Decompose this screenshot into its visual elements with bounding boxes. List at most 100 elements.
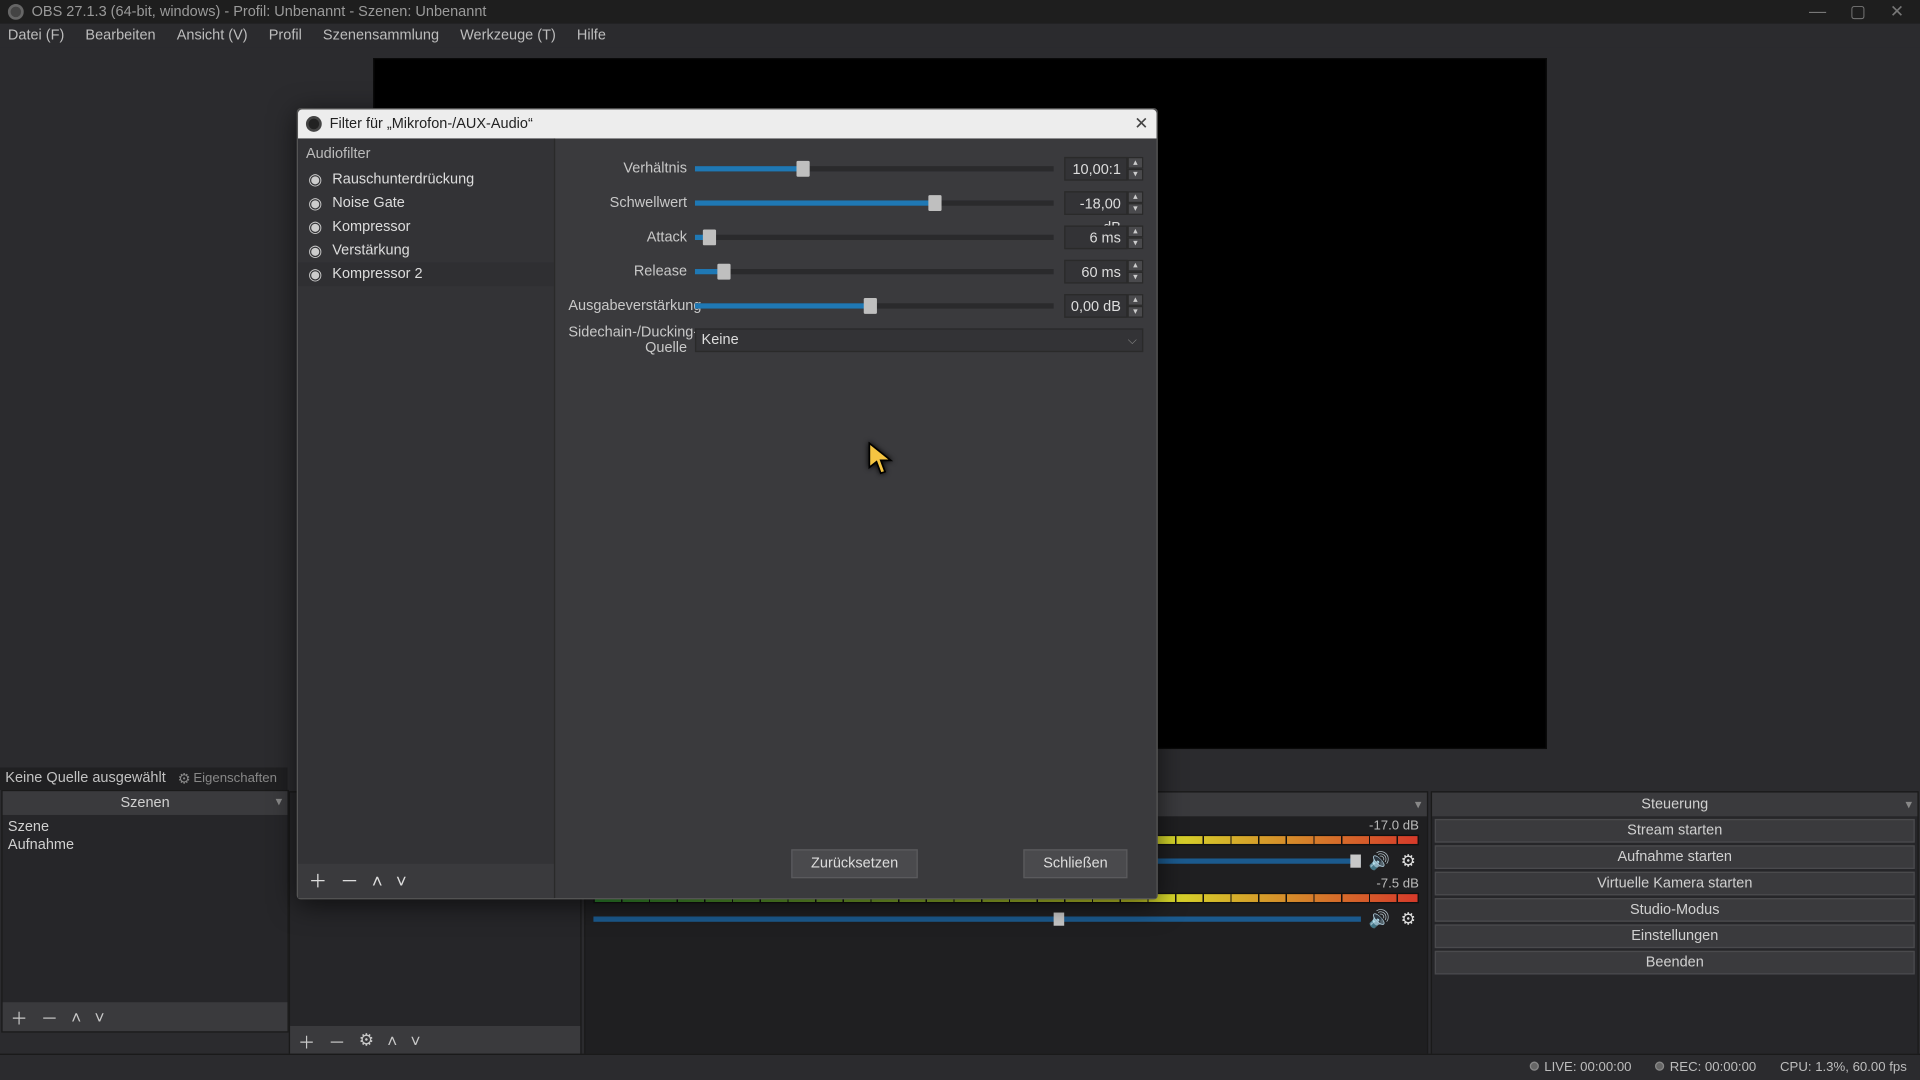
visibility-icon[interactable]: ◉ — [306, 194, 324, 212]
spin-up-icon[interactable]: ▴ — [1127, 191, 1143, 203]
gear-icon[interactable]: ⚙ — [178, 770, 191, 787]
output-gain-label: Ausgabeverstärkung — [568, 298, 695, 314]
remove-source-button[interactable]: － — [328, 1028, 345, 1053]
release-slider[interactable] — [695, 269, 1054, 274]
source-settings-button[interactable]: ⚙ — [359, 1030, 374, 1051]
popout-icon[interactable]: ▾ — [1905, 797, 1912, 812]
release-label: Release — [568, 264, 695, 280]
spin-up-icon[interactable]: ▴ — [1127, 157, 1143, 169]
ratio-slider[interactable] — [695, 166, 1054, 171]
menu-tools[interactable]: Werkzeuge (T) — [460, 28, 556, 44]
popout-icon[interactable]: ▾ — [276, 795, 283, 810]
ducking-source-label: Sidechain-/Ducking-Quelle — [568, 324, 695, 356]
filter-item-compressor[interactable]: ◉ Kompressor — [298, 215, 554, 239]
threshold-label: Schwellwert — [568, 195, 695, 211]
spin-down-icon[interactable]: ▾ — [1127, 306, 1143, 318]
remove-filter-button[interactable]: － — [340, 868, 358, 894]
filter-label: Rauschunterdrückung — [332, 171, 474, 187]
filter-item-noise-suppression[interactable]: ◉ Rauschunterdrückung — [298, 167, 554, 191]
status-bar: LIVE: 00:00:00 REC: 00:00:00 CPU: 1.3%, … — [0, 1054, 1920, 1080]
move-scene-up-button[interactable]: ˄ — [71, 1007, 81, 1027]
speaker-icon[interactable]: 🔊 — [1369, 909, 1390, 930]
visibility-icon[interactable]: ◉ — [306, 218, 324, 236]
spin-down-icon[interactable]: ▾ — [1127, 169, 1143, 181]
visibility-icon[interactable]: ◉ — [306, 265, 324, 283]
volume-slider[interactable] — [593, 916, 1360, 921]
spin-up-icon[interactable]: ▴ — [1127, 294, 1143, 306]
menu-scene-collection[interactable]: Szenensammlung — [323, 28, 439, 44]
output-gain-value[interactable]: 0,00 dB — [1064, 294, 1127, 318]
release-value[interactable]: 60 ms — [1064, 260, 1127, 284]
spin-up-icon[interactable]: ▴ — [1127, 225, 1143, 237]
add-source-button[interactable]: ＋ — [298, 1028, 315, 1053]
move-scene-down-button[interactable]: ˅ — [94, 1007, 104, 1027]
filter-list: Audiofilter ◉ Rauschunterdrückung ◉ Nois… — [298, 138, 555, 898]
reset-button[interactable]: Zurücksetzen — [791, 849, 918, 878]
popout-icon[interactable]: ▾ — [1415, 797, 1422, 812]
ducking-source-select[interactable]: Keine ⌵ — [695, 328, 1143, 352]
filters-dialog: Filter für „Mikrofon-/AUX-Audio“ ✕ Audio… — [297, 108, 1158, 899]
panel-header-controls: Steuerung ▾ — [1432, 793, 1917, 817]
no-source-label: Keine Quelle ausgewählt — [5, 770, 165, 786]
filter-item-noise-gate[interactable]: ◉ Noise Gate — [298, 191, 554, 215]
spin-down-icon[interactable]: ▾ — [1127, 203, 1143, 215]
start-virtual-cam-button[interactable]: Virtuelle Kamera starten — [1435, 872, 1915, 896]
move-source-up-button[interactable]: ˄ — [387, 1031, 397, 1051]
menu-profile[interactable]: Profil — [269, 28, 302, 44]
status-dot-icon — [1655, 1062, 1664, 1071]
output-gain-slider[interactable] — [695, 303, 1054, 308]
panel-title-scenes: Szenen — [120, 795, 169, 811]
filter-item-compressor-2[interactable]: ◉ Kompressor 2 — [298, 262, 554, 286]
menu-bar: Datei (F) Bearbeiten Ansicht (V) Profil … — [0, 24, 1920, 48]
status-cpu: CPU: 1.3%, 60.00 fps — [1780, 1060, 1907, 1075]
status-dot-icon — [1530, 1062, 1539, 1071]
ducking-source-value: Keine — [702, 332, 739, 348]
visibility-icon[interactable]: ◉ — [306, 170, 324, 188]
add-scene-button[interactable]: ＋ — [11, 1004, 28, 1029]
spin-down-icon[interactable]: ▾ — [1127, 237, 1143, 249]
mixer-db-label: -17.0 dB — [1369, 819, 1419, 834]
visibility-icon[interactable]: ◉ — [306, 241, 324, 259]
start-stream-button[interactable]: Stream starten — [1435, 819, 1915, 843]
attack-slider[interactable] — [695, 235, 1054, 240]
remove-scene-button[interactable]: － — [41, 1004, 58, 1029]
obs-icon — [306, 116, 322, 132]
menu-view[interactable]: Ansicht (V) — [177, 28, 248, 44]
ratio-value[interactable]: 10,00:1 — [1064, 157, 1127, 181]
gear-icon[interactable]: ⚙ — [1398, 851, 1419, 872]
exit-button[interactable]: Beenden — [1435, 951, 1915, 975]
add-filter-button[interactable]: ＋ — [309, 868, 327, 894]
filter-label: Verstärkung — [332, 243, 409, 259]
attack-value[interactable]: 6 ms — [1064, 225, 1127, 249]
scene-item[interactable]: Szene — [8, 817, 282, 835]
spin-up-icon[interactable]: ▴ — [1127, 260, 1143, 272]
window-close-button[interactable]: ✕ — [1890, 1, 1904, 22]
menu-edit[interactable]: Bearbeiten — [85, 28, 155, 44]
spin-down-icon[interactable]: ▾ — [1127, 272, 1143, 284]
move-filter-down-button[interactable]: ˅ — [396, 870, 407, 891]
close-icon[interactable]: ✕ — [1134, 113, 1148, 134]
mixer-db-label: -7.5 dB — [1376, 877, 1419, 892]
menu-file[interactable]: Datei (F) — [8, 28, 64, 44]
properties-label[interactable]: Eigenschaften — [193, 771, 277, 786]
window-minimize-button[interactable]: — — [1809, 1, 1826, 22]
threshold-value[interactable]: -18,00 dB — [1064, 191, 1127, 215]
move-source-down-button[interactable]: ˅ — [410, 1031, 420, 1051]
ratio-label: Verhältnis — [568, 161, 695, 177]
filter-label: Kompressor — [332, 219, 410, 235]
speaker-icon[interactable]: 🔊 — [1369, 851, 1390, 872]
filter-item-gain[interactable]: ◉ Verstärkung — [298, 239, 554, 263]
dialog-titlebar[interactable]: Filter für „Mikrofon-/AUX-Audio“ ✕ — [298, 109, 1156, 138]
scenes-list[interactable]: Szene Aufnahme — [3, 814, 288, 1002]
threshold-slider[interactable] — [695, 200, 1054, 205]
window-maximize-button[interactable]: ▢ — [1850, 1, 1866, 22]
dialog-title: Filter für „Mikrofon-/AUX-Audio“ — [330, 116, 533, 132]
close-button[interactable]: Schließen — [1023, 849, 1127, 878]
start-recording-button[interactable]: Aufnahme starten — [1435, 845, 1915, 869]
studio-mode-button[interactable]: Studio-Modus — [1435, 898, 1915, 922]
gear-icon[interactable]: ⚙ — [1398, 909, 1419, 930]
menu-help[interactable]: Hilfe — [577, 28, 606, 44]
move-filter-up-button[interactable]: ˄ — [372, 870, 383, 891]
scene-item[interactable]: Aufnahme — [8, 835, 282, 853]
settings-button[interactable]: Einstellungen — [1435, 924, 1915, 948]
